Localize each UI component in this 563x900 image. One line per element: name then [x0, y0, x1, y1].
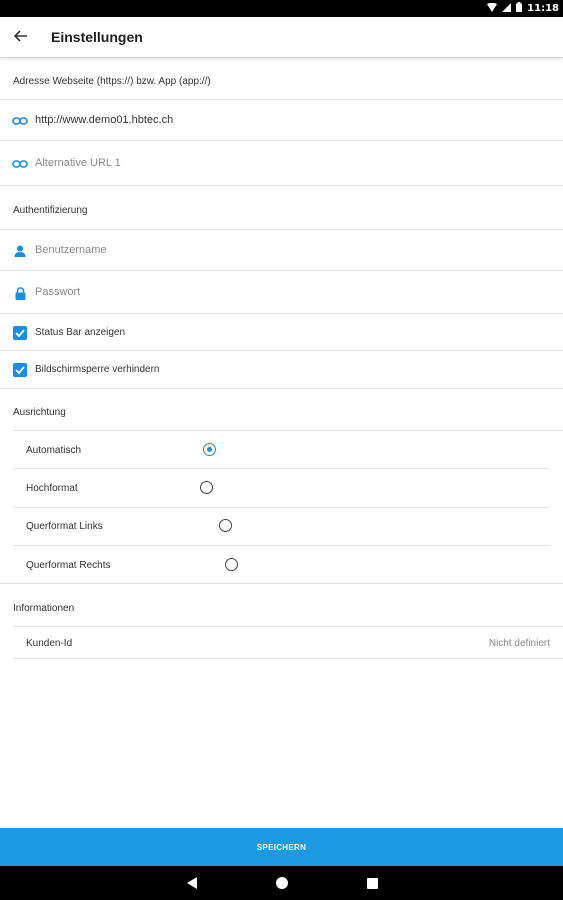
nav-back-button[interactable] [184, 875, 200, 891]
signal-icon [502, 2, 512, 15]
wifi-icon [487, 2, 498, 15]
link-icon [12, 156, 28, 172]
url-input[interactable]: http://www.demo01.hbtec.ch [35, 114, 173, 126]
password-field-row[interactable]: Passwort [0, 272, 563, 314]
link-icon [12, 113, 28, 129]
radio-landscape-right[interactable] [225, 558, 238, 571]
divider [13, 468, 550, 469]
screen-lock-option-row[interactable]: Bildschirmsperre verhindern [0, 352, 563, 389]
username-input[interactable]: Benutzername [35, 244, 107, 256]
divider [13, 507, 550, 508]
system-nav-bar [0, 866, 563, 900]
page-title: Einstellungen [51, 29, 143, 45]
lock-icon [12, 285, 28, 301]
section-header-orientation: Ausrichtung [13, 407, 66, 418]
battery-icon [516, 2, 523, 15]
password-input[interactable]: Passwort [35, 286, 80, 298]
radio-label-landscape-right: Querformat Rechts [26, 560, 111, 571]
alt-url-input[interactable]: Alternative URL 1 [35, 157, 121, 169]
system-status-bar: 11:18 [0, 0, 563, 17]
divider [0, 583, 563, 584]
section-header-info: Informationen [13, 603, 75, 614]
radio-label-portrait: Hochformat [26, 483, 78, 494]
customer-id-label: Kunden-Id [26, 638, 73, 649]
customer-id-value: Nicht definiert [488, 638, 550, 649]
status-time: 11:18 [527, 3, 559, 14]
screen-lock-checkbox[interactable] [12, 362, 28, 378]
screen-lock-label: Bildschirmsperre verhindern [35, 364, 160, 375]
divider [13, 545, 550, 546]
person-icon [12, 243, 28, 259]
username-field-row[interactable]: Benutzername [0, 229, 563, 271]
radio-label-automatic: Automatisch [26, 445, 82, 456]
section-header-address: Adresse Webseite (https://) bzw. App (ap… [13, 76, 211, 87]
back-button[interactable] [10, 27, 32, 49]
app-bar: Einstellungen [0, 17, 563, 58]
divider [13, 626, 563, 627]
status-icons: 11:18 [487, 2, 559, 15]
save-button[interactable]: SPEICHERN [0, 828, 563, 866]
radio-label-landscape-left: Querformat Links [26, 521, 103, 532]
radio-landscape-left[interactable] [219, 519, 232, 532]
nav-recents-button[interactable] [364, 875, 380, 891]
radio-automatic[interactable] [203, 443, 216, 456]
url-field-row[interactable]: http://www.demo01.hbtec.ch [0, 99, 563, 141]
divider [13, 658, 563, 659]
divider [13, 430, 563, 431]
nav-home-button[interactable] [274, 875, 290, 891]
arrow-back-icon [13, 29, 28, 47]
settings-list: Adresse Webseite (https://) bzw. App (ap… [0, 59, 563, 827]
status-bar-checkbox[interactable] [12, 325, 28, 341]
status-bar-label: Status Bar anzeigen [35, 327, 126, 338]
alt-url-field-row[interactable]: Alternative URL 1 [0, 142, 563, 186]
status-bar-option-row[interactable]: Status Bar anzeigen [0, 315, 563, 351]
section-header-auth: Authentifizierung [13, 205, 88, 216]
radio-portrait[interactable] [200, 481, 213, 494]
